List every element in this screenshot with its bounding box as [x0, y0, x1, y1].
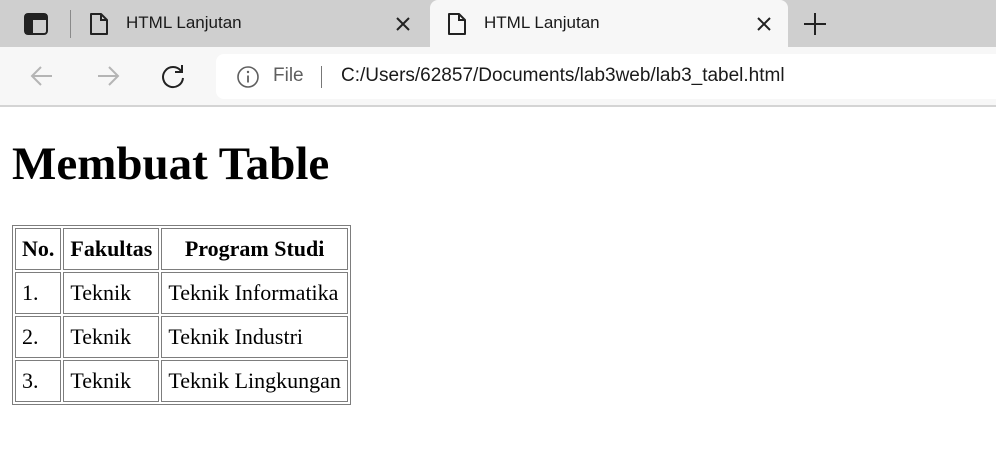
address-bar[interactable]: File C:/Users/62857/Documents/lab3web/la… [216, 54, 996, 99]
tab-strip: HTML Lanjutan HTML Lanjutan [0, 0, 996, 47]
close-icon[interactable] [394, 15, 412, 33]
table-cell: Teknik Industri [161, 316, 348, 358]
header-no: No. [15, 228, 62, 270]
document-icon [90, 13, 108, 35]
table-cell: 2. [15, 316, 62, 358]
close-icon[interactable] [755, 15, 773, 33]
page-title: Membuat Table [12, 138, 330, 190]
document-icon [448, 13, 466, 35]
reload-icon[interactable] [160, 63, 186, 89]
tab-title: HTML Lanjutan [126, 13, 242, 32]
table-cell: 3. [15, 360, 62, 402]
table-cell: Teknik Lingkungan [161, 360, 348, 402]
table-row: 2. Teknik Teknik Industri [15, 316, 348, 358]
table-cell: 1. [15, 272, 62, 314]
table-row: 3. Teknik Teknik Lingkungan [15, 360, 348, 402]
tab-title: HTML Lanjutan [484, 13, 600, 32]
tab-inactive[interactable]: HTML Lanjutan [72, 0, 427, 47]
plus-icon[interactable] [802, 11, 828, 37]
tab-actions-icon[interactable] [22, 11, 50, 37]
url-text[interactable]: C:/Users/62857/Documents/lab3web/lab3_ta… [341, 65, 785, 87]
tab-active[interactable]: HTML Lanjutan [430, 0, 788, 47]
forward-arrow-icon[interactable] [95, 63, 121, 89]
toolbar: File C:/Users/62857/Documents/lab3web/la… [0, 47, 996, 107]
header-fakultas: Fakultas [63, 228, 160, 270]
info-icon[interactable] [236, 65, 260, 89]
back-arrow-icon[interactable] [29, 63, 55, 89]
scheme-label: File [273, 65, 304, 86]
header-program-studi: Program Studi [161, 228, 348, 270]
tab-separator [70, 10, 71, 38]
data-table: No. Fakultas Program Studi 1. Teknik Tek… [12, 225, 351, 405]
table-header-row: No. Fakultas Program Studi [15, 228, 348, 270]
table-row: 1. Teknik Teknik Informatika [15, 272, 348, 314]
table-cell: Teknik [63, 360, 160, 402]
address-separator [321, 66, 322, 88]
table-cell: Teknik [63, 316, 160, 358]
table-cell: Teknik [63, 272, 160, 314]
table-cell: Teknik Informatika [161, 272, 348, 314]
